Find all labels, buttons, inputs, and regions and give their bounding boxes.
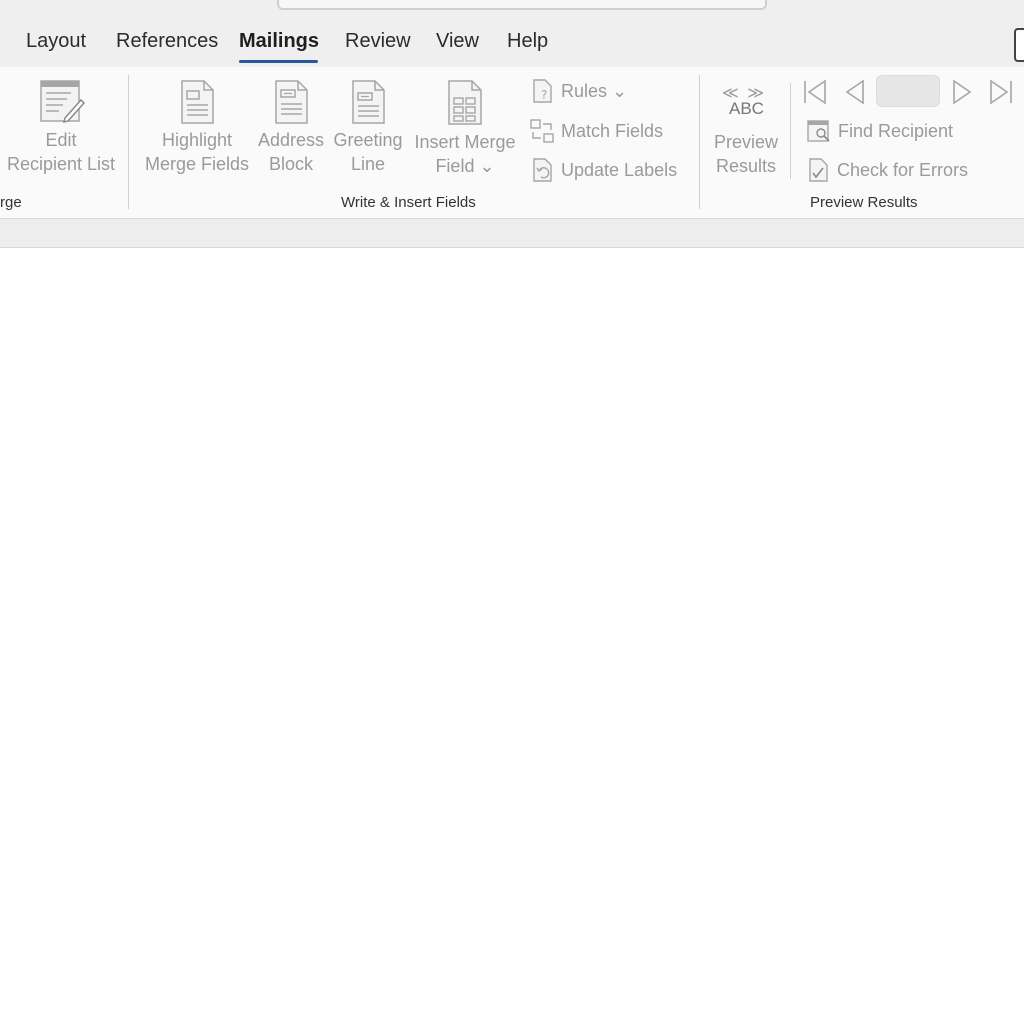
greeting-label-2: Line: [350, 154, 386, 174]
rules-button[interactable]: ? Rules ⌄: [531, 78, 627, 104]
group-label-write-insert: Write & Insert Fields: [341, 194, 476, 211]
group-separator: [699, 75, 700, 209]
address-block-icon: [275, 80, 308, 124]
edit-recipient-label-1: Edit: [45, 130, 77, 150]
match-fields-label: Match Fields: [561, 120, 664, 141]
address-label-1: Address: [257, 130, 325, 150]
edit-recipient-list-button[interactable]: Edit Recipient List: [6, 78, 116, 176]
preview-label-1: Preview: [713, 132, 779, 152]
greeting-label-1: Greeting: [333, 130, 403, 150]
highlight-label-2: Merge Fields: [144, 154, 250, 174]
check-for-errors-button[interactable]: Check for Errors: [807, 157, 968, 183]
insert-merge-label-2: Field ⌄: [435, 156, 495, 176]
highlight-merge-fields-button[interactable]: Highlight Merge Fields: [142, 78, 252, 176]
tab-review[interactable]: Review: [345, 30, 411, 53]
find-recipient-button[interactable]: Find Recipient: [806, 118, 953, 144]
highlight-document-icon: [181, 80, 214, 124]
ruler-bar: [0, 219, 1024, 248]
preview-abc-icon: ABC: [729, 99, 764, 118]
address-block-button[interactable]: Address Block: [256, 78, 326, 176]
tab-view[interactable]: View: [436, 30, 479, 53]
rules-label: Rules ⌄: [561, 80, 628, 101]
match-fields-button[interactable]: Match Fields: [529, 118, 663, 144]
group-separator: [128, 75, 129, 209]
window-control-stub[interactable]: [1014, 28, 1024, 62]
svg-text:?: ?: [541, 88, 547, 102]
update-labels-label: Update Labels: [561, 159, 678, 180]
highlight-label-1: Highlight: [161, 130, 233, 150]
group-label-start-mail-merge: rge: [0, 194, 22, 211]
first-record-icon[interactable]: [802, 79, 828, 105]
previous-record-icon[interactable]: [843, 79, 867, 105]
edit-list-icon: [40, 80, 85, 124]
active-tab-indicator: [239, 60, 318, 63]
next-record-icon[interactable]: [950, 79, 974, 105]
greeting-line-icon: [352, 80, 385, 124]
check-errors-label: Check for Errors: [837, 159, 969, 180]
find-recipient-icon: [807, 120, 830, 142]
group-separator-inner: [790, 83, 791, 179]
last-record-icon[interactable]: [988, 79, 1014, 105]
preview-label-2: Results: [715, 156, 777, 176]
check-errors-icon: [809, 158, 828, 182]
insert-merge-field-button[interactable]: Insert Merge Field ⌄: [410, 78, 520, 178]
tab-references[interactable]: References: [116, 30, 218, 53]
rules-icon: ?: [533, 79, 552, 103]
find-recipient-label: Find Recipient: [838, 120, 954, 141]
document-canvas[interactable]: [0, 248, 1024, 1024]
insert-merge-label-1: Insert Merge: [414, 132, 516, 152]
greeting-line-button[interactable]: Greeting Line: [332, 78, 404, 176]
search-box[interactable]: [277, 0, 767, 10]
match-fields-icon: [530, 119, 554, 143]
update-labels-icon: [533, 158, 552, 182]
insert-merge-field-icon: [448, 80, 482, 125]
update-labels-button[interactable]: Update Labels: [531, 157, 677, 183]
tab-mailings[interactable]: Mailings: [239, 30, 319, 53]
record-number-input[interactable]: [876, 75, 940, 107]
edit-recipient-label-2: Recipient List: [6, 154, 116, 174]
tab-help[interactable]: Help: [507, 30, 548, 53]
address-label-2: Block: [268, 154, 313, 174]
group-label-preview-results: Preview Results: [810, 194, 918, 211]
tab-layout[interactable]: Layout: [26, 30, 86, 53]
